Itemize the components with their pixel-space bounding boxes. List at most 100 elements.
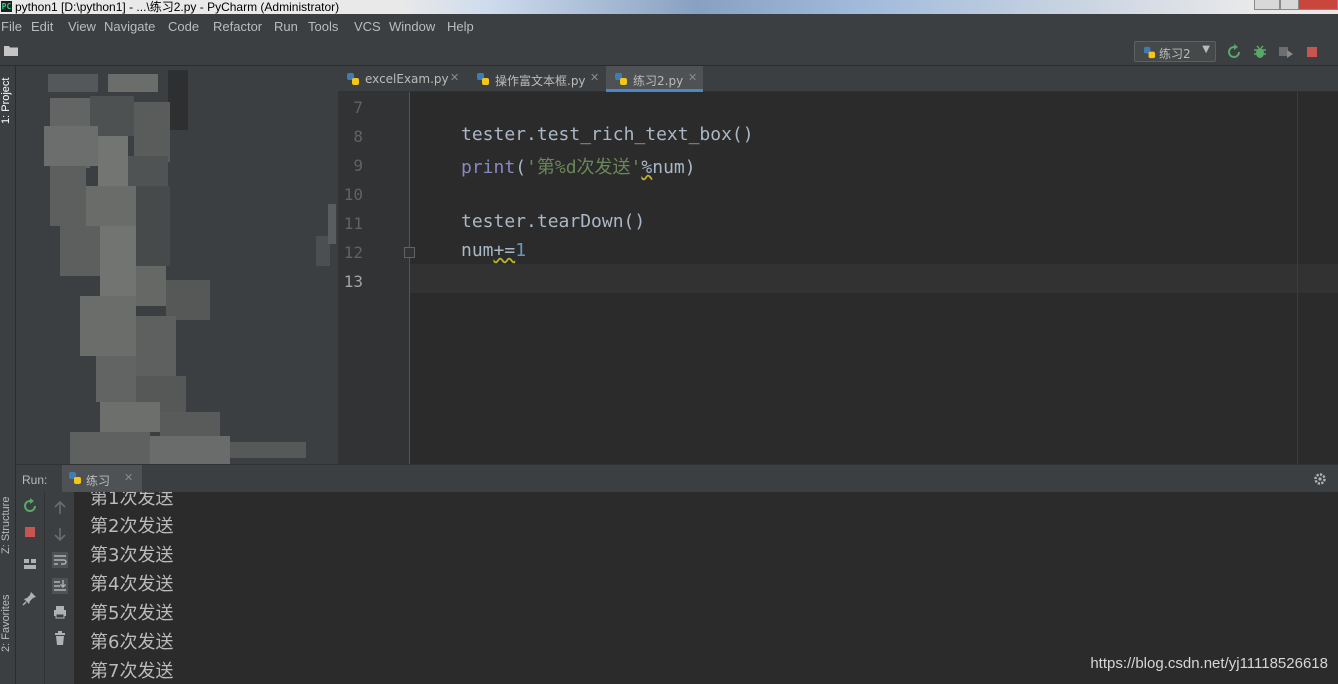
window-title: python1 [D:\python1] - ...\练习2.py - PyCh… xyxy=(15,0,340,14)
run-toolbar-secondary xyxy=(44,492,74,684)
right-margin-guide xyxy=(1297,92,1298,466)
python-icon xyxy=(1143,46,1156,59)
python-icon xyxy=(69,472,81,484)
editor-tabs: excelExam.py ✕ 操作富文本框.py ✕ 练习2.py ✕ xyxy=(338,66,1338,92)
tab-excelexam[interactable]: excelExam.py ✕ xyxy=(338,66,464,92)
pycharm-window: PC python1 [D:\python1] - ...\练习2.py - P… xyxy=(0,0,1338,684)
line-number: 10 xyxy=(343,185,363,204)
print-icon[interactable] xyxy=(52,604,68,620)
minimize-button[interactable] xyxy=(1254,0,1280,10)
left-tool-stripe: 1: Project Z: Structure 2: Favorites xyxy=(0,66,16,684)
run-tab[interactable]: 练习 ✕ xyxy=(62,465,142,492)
debug-icon[interactable] xyxy=(1252,44,1268,60)
code-line-12[interactable]: num+=1 xyxy=(461,240,526,261)
code-token-number: 1 xyxy=(515,240,527,261)
close-tab-icon[interactable]: ✕ xyxy=(590,71,599,84)
code-token-operator: % xyxy=(641,157,653,178)
project-panel xyxy=(16,66,338,464)
rerun-icon[interactable] xyxy=(1226,44,1242,60)
fold-marker-icon[interactable] xyxy=(404,247,415,258)
coverage-icon[interactable] xyxy=(1278,44,1294,60)
run-configuration-label: 练习2 xyxy=(1159,47,1191,61)
python-file-icon xyxy=(477,73,489,85)
line-number-current: 13 xyxy=(343,272,363,291)
tab-lianxi2[interactable]: 练习2.py ✕ xyxy=(606,66,703,92)
python-file-icon xyxy=(347,73,359,85)
tab-label: 操作富文本框.py xyxy=(495,74,586,88)
console-output[interactable]: 第1次发送 第2次发送 第3次发送 第4次发送 第5次发送 第6次发送 第7次发… xyxy=(74,492,1338,684)
layout-icon[interactable] xyxy=(22,556,38,572)
menu-refactor[interactable]: Refactor xyxy=(213,19,262,34)
run-configuration-select[interactable]: 练习2 ▼ xyxy=(1134,41,1216,62)
arrow-down-icon[interactable] xyxy=(52,526,68,542)
menu-edit[interactable]: Edit xyxy=(31,19,53,34)
menu-run[interactable]: Run xyxy=(274,19,298,34)
code-line-11[interactable]: tester.tearDown() xyxy=(461,211,645,232)
line-number: 11 xyxy=(343,214,363,233)
title-bar: PC python1 [D:\python1] - ...\练习2.py - P… xyxy=(0,0,1338,14)
menu-code[interactable]: Code xyxy=(168,19,199,34)
run-label: Run: xyxy=(22,473,48,487)
chevron-down-icon: ▼ xyxy=(1202,44,1210,55)
rerun-icon[interactable] xyxy=(22,498,38,514)
console-line: 第4次发送 xyxy=(90,574,174,595)
code-token: num xyxy=(461,240,494,261)
tab-rich-text-box[interactable]: 操作富文本框.py ✕ xyxy=(468,66,602,92)
code-line-8[interactable]: tester.test_rich_text_box() xyxy=(461,124,754,145)
line-number: 7 xyxy=(353,98,363,117)
line-number: 12 xyxy=(343,243,363,262)
soft-wrap-icon[interactable] xyxy=(52,552,68,568)
line-number: 9 xyxy=(353,156,363,175)
tab-label: excelExam.py xyxy=(365,72,449,86)
code-token: num) xyxy=(652,157,696,178)
code-line-9[interactable]: print('第%d次发送'%num) xyxy=(461,153,696,179)
stop-icon[interactable] xyxy=(22,524,38,540)
code-token: ( xyxy=(515,157,527,178)
menu-window[interactable]: Window xyxy=(389,19,435,34)
run-toolbar-primary xyxy=(16,492,44,684)
menu-navigate[interactable]: Navigate xyxy=(104,19,155,34)
menu-vcs[interactable]: VCS xyxy=(354,19,381,34)
menu-file[interactable]: File xyxy=(1,19,22,34)
line-number-gutter: 7 8 9 10 11 12 13 xyxy=(338,92,410,466)
run-panel-header: Run: 练习 ✕ xyxy=(16,464,1338,492)
menu-tools[interactable]: Tools xyxy=(308,19,338,34)
editor-area: excelExam.py ✕ 操作富文本框.py ✕ 练习2.py ✕ 7 8 … xyxy=(328,66,1338,466)
obscured-project-tree xyxy=(30,66,330,464)
favorites-tool-tab[interactable]: 2: Favorites xyxy=(0,595,12,652)
stop-icon[interactable] xyxy=(1304,44,1320,60)
close-button[interactable] xyxy=(1298,0,1338,10)
gear-icon[interactable] xyxy=(1312,471,1328,487)
scrollbar-thumb[interactable] xyxy=(328,204,336,244)
console-line: 第1次发送 xyxy=(90,492,174,509)
close-tab-icon[interactable]: ✕ xyxy=(450,71,459,84)
code-token-operator: += xyxy=(493,240,516,261)
trash-icon[interactable] xyxy=(52,630,68,646)
close-tab-icon[interactable]: ✕ xyxy=(688,71,697,84)
scroll-to-end-icon[interactable] xyxy=(52,578,68,594)
console-line: 第5次发送 xyxy=(90,603,174,624)
pin-icon[interactable] xyxy=(22,590,38,606)
code-token: tester xyxy=(461,124,527,145)
code-token: .test_rich_text_box() xyxy=(526,124,754,145)
pycharm-logo-icon: PC xyxy=(1,1,12,12)
code-token-string: '第%d次发送' xyxy=(526,157,642,178)
console-line: 第7次发送 xyxy=(90,661,174,682)
navigation-bar: 练习2 ▼ xyxy=(0,38,1338,66)
python-file-icon xyxy=(615,73,627,85)
menu-bar: File Edit View Navigate Code Refactor Ru… xyxy=(0,14,1338,38)
console-line: 第2次发送 xyxy=(90,516,174,537)
console-line: 第3次发送 xyxy=(90,545,174,566)
console-line: 第6次发送 xyxy=(90,632,174,653)
menu-view[interactable]: View xyxy=(68,19,96,34)
watermark: https://blog.csdn.net/yj11118526618 xyxy=(1090,655,1328,672)
project-tool-tab[interactable]: 1: Project xyxy=(0,78,12,124)
run-tab-label: 练习 xyxy=(86,474,111,488)
code-token-builtin: print xyxy=(461,157,516,178)
line-number: 8 xyxy=(353,127,363,146)
menu-help[interactable]: Help xyxy=(447,19,474,34)
arrow-up-icon[interactable] xyxy=(52,500,68,516)
current-line-highlight xyxy=(410,264,1338,293)
structure-tool-tab[interactable]: Z: Structure xyxy=(0,497,12,554)
close-tab-icon[interactable]: ✕ xyxy=(124,471,133,484)
